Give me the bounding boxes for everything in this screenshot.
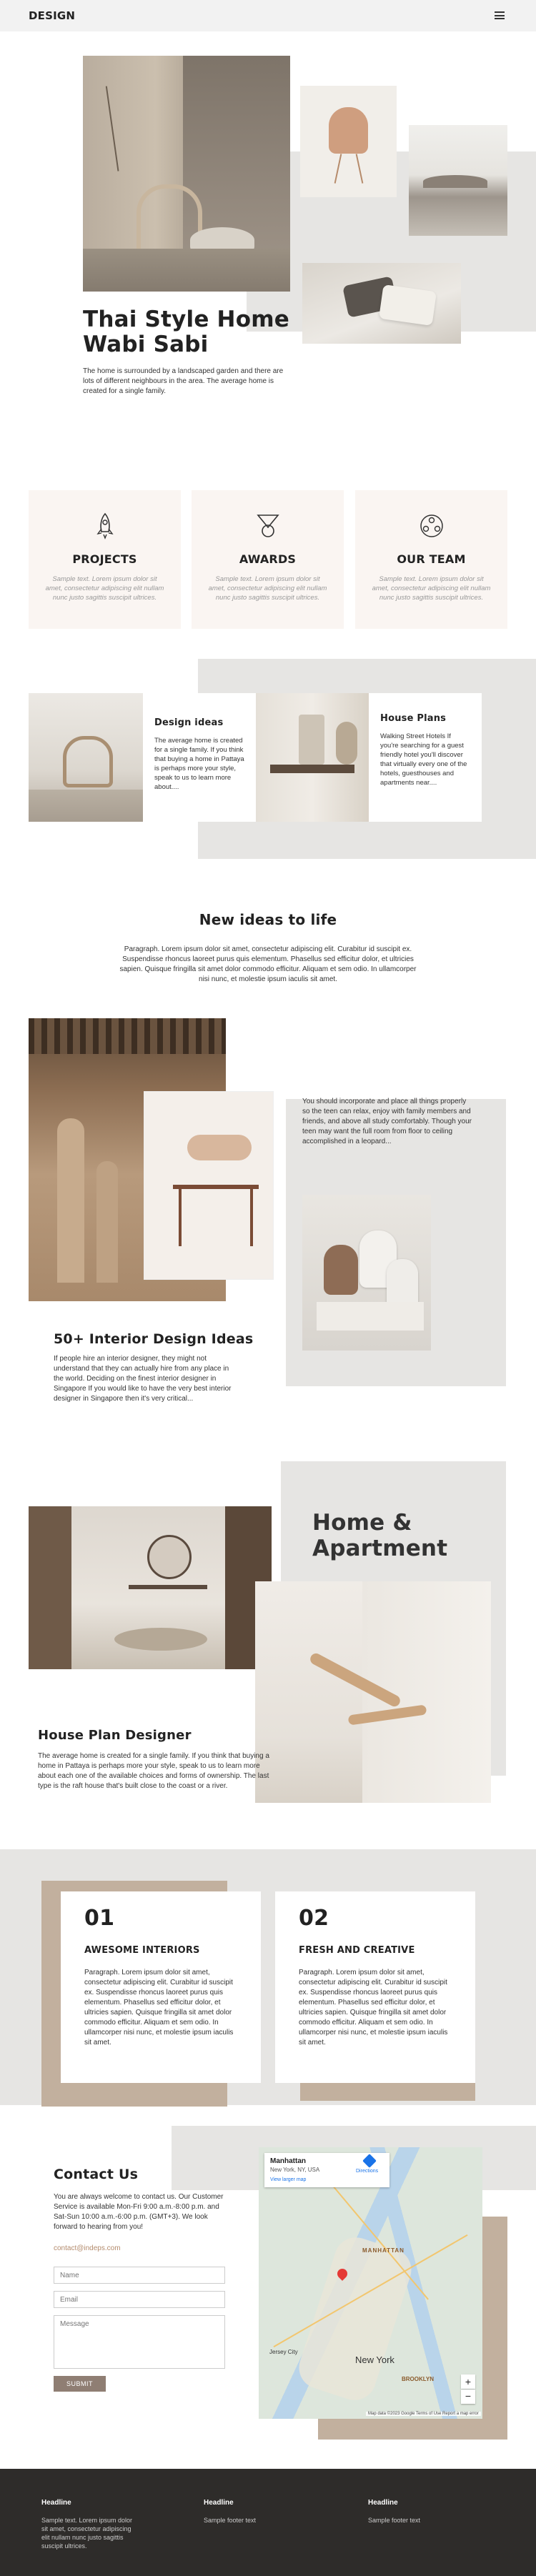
contact-email-link[interactable]: contact@indeps.com (54, 2244, 121, 2252)
hero-pillow-image (302, 263, 461, 344)
interior-title: 50+ Interior Design Ideas (54, 1331, 254, 1347)
map-larger-link[interactable]: View larger map (270, 2177, 306, 2182)
number-card-1-text: Paragraph. Lorem ipsum dolor sit amet, c… (84, 1969, 234, 2047)
number-card-2: 02 FRESH AND CREATIVE Paragraph. Lorem i… (275, 1891, 475, 2083)
number-card-2-title: FRESH AND CREATIVE (299, 1945, 415, 1956)
plan-title: House Plan Designer (38, 1728, 192, 1743)
new-ideas-text: Paragraph. Lorem ipsum dolor sit amet, c… (119, 945, 417, 983)
number-card-2-text: Paragraph. Lorem ipsum dolor sit amet, c… (299, 1969, 448, 2047)
site-footer: Headline Sample text. Lorem ipsum dolor … (0, 2469, 536, 2576)
map-directions-icon[interactable] (362, 2154, 377, 2168)
medal-icon (257, 514, 279, 537)
ideas-card-design: Design ideas The average home is created… (143, 693, 256, 822)
hero-title-line1: Thai Style Home (83, 307, 289, 332)
map-zoom-out-button[interactable]: − (461, 2389, 475, 2404)
plan-text: The average home is created for a single… (38, 1752, 269, 1790)
number-card-1: 01 AWESOME INTERIORS Paragraph. Lorem ip… (61, 1891, 261, 2083)
ideas-card1-text: The average home is created for a single… (154, 737, 244, 791)
email-field[interactable] (54, 2291, 225, 2308)
contact-text: You are always welcome to contact us. Ou… (54, 2193, 224, 2231)
apartment-room-image (29, 1506, 272, 1669)
footer-col-1-heading: Headline (41, 2499, 71, 2507)
number-card-1-number: 01 (84, 1906, 115, 1931)
map-directions-link[interactable]: Directions (356, 2169, 378, 2174)
apartment-title: Home & Apartment (312, 1510, 447, 1561)
feature-card-awards: AWARDS Sample text. Lorem ipsum dolor si… (192, 490, 344, 629)
ideas-card1-title: Design ideas (154, 717, 224, 728)
team-icon (420, 514, 443, 537)
feature-text-team: Sample text. Lorem ipsum dolor sit amet,… (372, 575, 491, 602)
map-footer: Map data ©2023 Google Terms of Use Repor… (366, 2412, 481, 2416)
ideas-card2-text: Walking Street Hotels If you're searchin… (380, 732, 467, 787)
interior-busts-image (302, 1195, 431, 1351)
footer-col-3-text: Sample footer text (368, 2517, 421, 2524)
ideas-chair-image (29, 693, 143, 822)
feature-title-awards: AWARDS (239, 552, 297, 566)
map-embed[interactable]: Manhattan New York, NY, USA View larger … (259, 2147, 482, 2419)
apartment-title-line2: Apartment (312, 1536, 448, 1561)
hero-text: The home is surrounded by a landscaped g… (83, 367, 284, 395)
map-label-brooklyn: BROOKLYN (402, 2376, 435, 2382)
map-label-jersey: Jersey City (269, 2349, 298, 2355)
contact-title: Contact Us (54, 2167, 139, 2182)
hero-main-image (83, 56, 290, 292)
number-card-1-title: AWESOME INTERIORS (84, 1945, 200, 1956)
interior-right-text: You should incorporate and place all thi… (302, 1098, 472, 1145)
ideas-card-house: House Plans Walking Street Hotels If you… (369, 693, 482, 822)
site-logo[interactable]: DESIGN (29, 9, 75, 22)
feature-title-team: OUR TEAM (397, 552, 466, 566)
menu-icon[interactable] (495, 11, 505, 19)
site-header: DESIGN (0, 0, 536, 31)
map-place: Manhattan (270, 2157, 306, 2165)
hero-chair-image (300, 86, 397, 197)
hero-title-line2: Wabi Sabi (83, 332, 209, 357)
footer-col-2-text: Sample footer text (204, 2517, 257, 2524)
rocket-icon (96, 512, 114, 539)
map-label-new-york: New York (355, 2354, 394, 2365)
apartment-title-line1: Home & (312, 1510, 412, 1536)
footer-col-2-heading: Headline (204, 2499, 234, 2507)
feature-title-projects: PROJECTS (72, 552, 137, 566)
interior-detail-image (144, 1092, 273, 1279)
feature-text-awards: Sample text. Lorem ipsum dolor sit amet,… (208, 575, 327, 602)
message-field[interactable] (54, 2315, 225, 2369)
footer-col-3-heading: Headline (368, 2499, 398, 2507)
hero-title: Thai Style Home Wabi Sabi (83, 307, 289, 357)
ideas-card2-title: House Plans (380, 713, 447, 724)
number-card-2-number: 02 (299, 1906, 329, 1931)
footer-col-1-text: Sample text. Lorem ipsum dolor sit amet,… (41, 2517, 133, 2550)
interior-text: If people hire an interior designer, the… (54, 1355, 232, 1403)
new-ideas-title: New ideas to life (199, 911, 337, 928)
name-field[interactable] (54, 2267, 225, 2284)
feature-text-projects: Sample text. Lorem ipsum dolor sit amet,… (45, 575, 164, 602)
map-zoom-in-button[interactable]: + (461, 2374, 475, 2389)
hero-landscape-image (409, 125, 507, 236)
apartment-lounge-image (255, 1581, 491, 1803)
map-label-manhattan: MANHATTAN (362, 2247, 405, 2254)
feature-card-projects: PROJECTS Sample text. Lorem ipsum dolor … (29, 490, 181, 629)
ideas-room-image (256, 693, 369, 822)
feature-card-team: OUR TEAM Sample text. Lorem ipsum dolor … (355, 490, 507, 629)
submit-button[interactable]: SUBMIT (54, 2376, 106, 2392)
map-info-card: Manhattan New York, NY, USA View larger … (264, 2153, 389, 2187)
map-address: New York, NY, USA (270, 2167, 320, 2173)
